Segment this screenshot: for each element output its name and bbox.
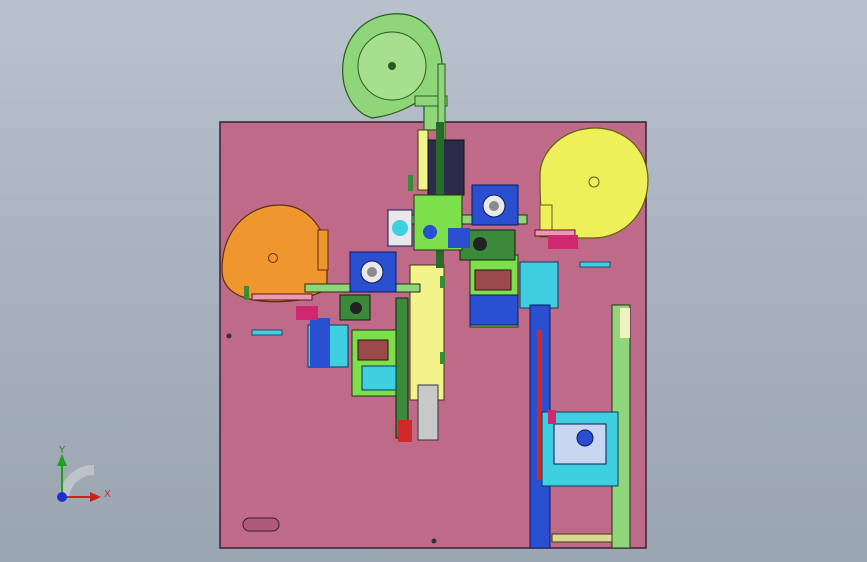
mount-hole bbox=[226, 333, 232, 339]
triad-y-label: Y bbox=[58, 445, 66, 456]
coordinate-triad: Y X bbox=[57, 445, 111, 502]
rail-pink-left bbox=[251, 293, 313, 301]
cad-viewport[interactable]: Y X bbox=[0, 0, 867, 562]
base-plate-slot bbox=[242, 517, 280, 532]
yellow-reel bbox=[539, 127, 649, 239]
triad-x-label: X bbox=[104, 489, 111, 500]
mount-hole bbox=[431, 538, 437, 544]
